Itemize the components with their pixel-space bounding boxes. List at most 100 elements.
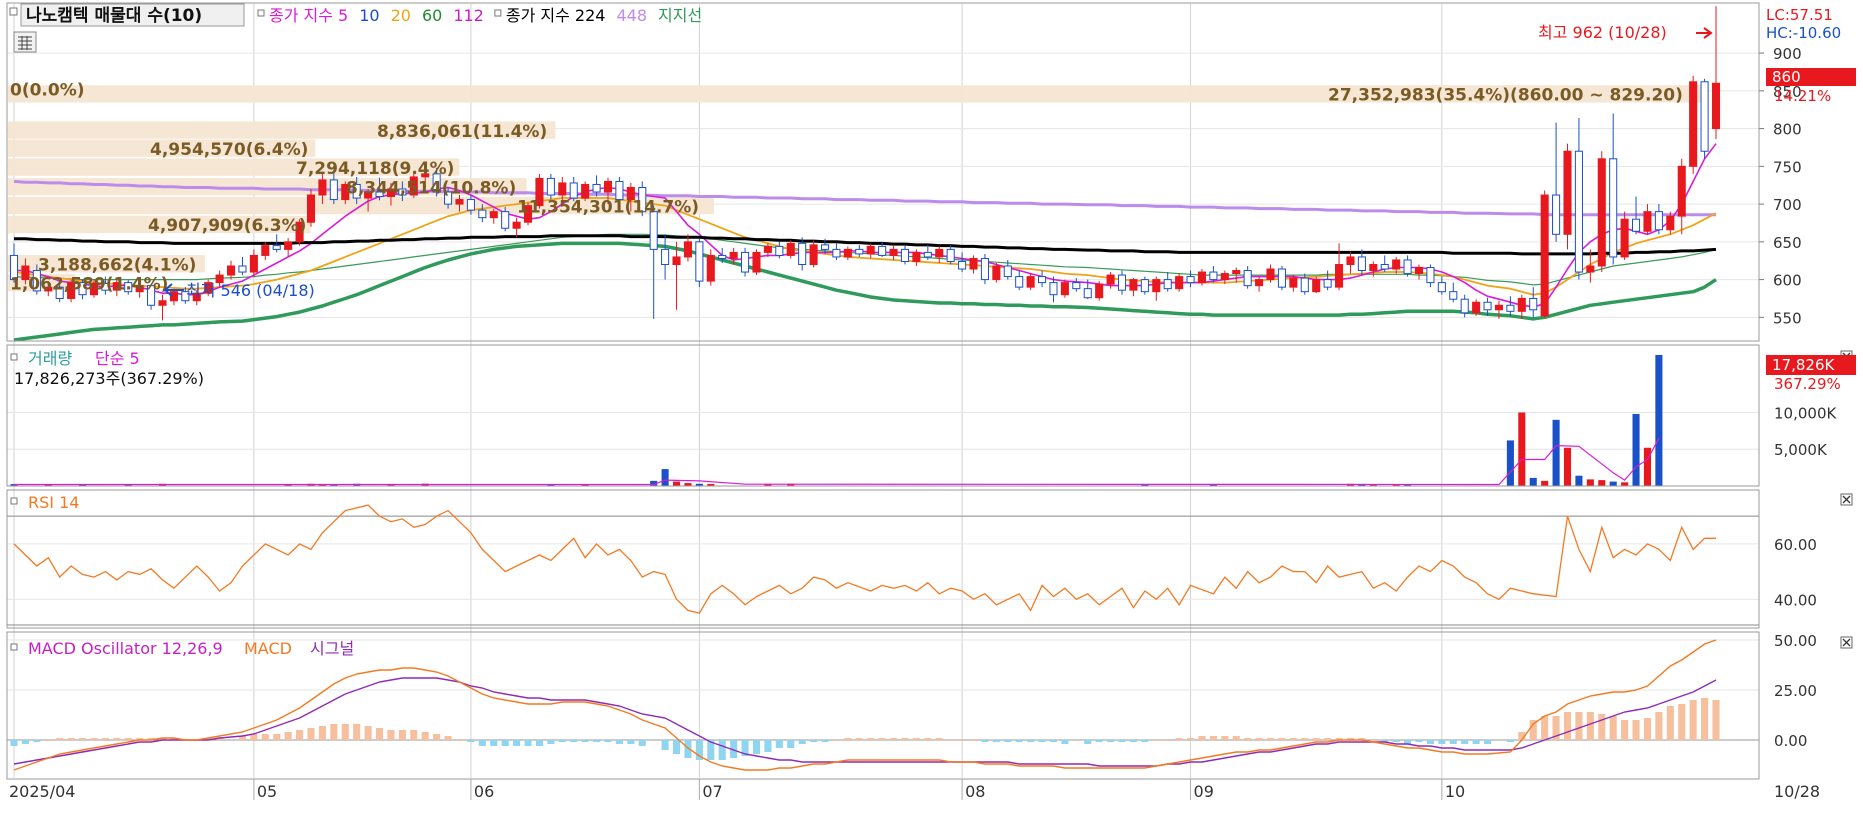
candle-body [1255,279,1264,287]
macd-oscillator-bar [387,730,395,740]
candle-body [1312,279,1321,293]
macd-oscillator-bar [1472,740,1480,744]
candle-body [1574,150,1583,273]
macd-oscillator-bar [398,730,406,740]
candle-body [592,183,601,193]
candle-body [306,194,316,223]
macd-oscillator-bar [1678,704,1686,740]
candle-body [1129,279,1138,291]
volume-bar [1541,480,1549,486]
price-tick-label: 700 [1773,196,1802,214]
candle-body [546,177,555,196]
macd-oscillator-bar [90,738,98,740]
candle-body [1563,150,1572,235]
macd-oscillator-bar [1278,738,1286,740]
candle-body [1540,194,1549,317]
volume-bar [1655,354,1663,486]
candle-body [1152,279,1161,293]
macd-oscillator-bar [821,740,829,742]
macd-oscillator-bar [570,740,578,742]
candle-body [1095,283,1104,299]
candle-body [1072,282,1081,290]
macd-oscillator-bar [1221,736,1229,740]
macd-oscillator-bar [947,740,955,741]
legend-item-5: 종가 지수 224 [506,6,606,25]
macd-oscillator-bar [1609,716,1617,740]
candle-body [1586,265,1595,273]
candle-body [1015,276,1024,288]
volume-bar [1609,481,1617,486]
macd-oscillator-bar [832,740,840,741]
volume-bar [1586,479,1594,486]
macd-oscillator-bar [752,740,761,754]
candle-body [1323,279,1332,288]
candle-body [1243,270,1252,287]
candle-body [1277,268,1286,288]
macd-oscillator-bar [524,740,532,746]
stock-chart: 0(0.0%) 8,836,061(11.4%) 4,954,570(6.4%) 7,… [0,0,1863,811]
macd-oscillator-bar [1712,700,1720,740]
candle-body [763,245,772,253]
candle-body [1335,263,1344,288]
candle-body [683,241,692,258]
candle-body [1038,276,1047,284]
candle-body [775,245,784,256]
candle-body [478,209,487,219]
candle-body [1494,304,1504,311]
macd-oscillator-bar [433,734,441,740]
macd-oscillator-bar [330,724,338,740]
candle-body [249,254,258,273]
macd-oscillator-bar [1129,740,1137,742]
candle-body [1106,274,1115,285]
macd-oscillator-bar [318,726,326,740]
volume-profile-label: 0(0.0%) [10,80,85,100]
macd-oscillator-bar [558,740,566,742]
legend-item-0: 종가 지수 5 [269,6,348,25]
candle-body [1369,263,1378,272]
candle-body [284,241,293,250]
macd-oscillator-bar [787,740,795,748]
price-change-value: 14.21% [1774,87,1831,105]
macd-oscillator-bar [1232,736,1240,740]
macd-oscillator-bar [935,738,943,740]
macd-oscillator-bar [1666,706,1674,740]
candle-body [798,242,807,265]
macd-oscillator-bar [1164,740,1172,741]
macd-oscillator-bar [33,740,41,742]
legend-item-1: 10 [359,6,379,25]
legend-title[interactable]: 나노캠텍 매물대 수(10) [26,6,202,26]
macd-close-button[interactable] [1840,636,1853,649]
rsi-close-button[interactable] [1840,493,1853,506]
macd-oscillator-bar [1484,740,1492,744]
candle-body [1689,81,1698,167]
macd-oscillator-bar [1575,712,1583,740]
x-tick-label: 2025/04 [9,782,75,801]
macd-oscillator-bar [124,738,132,740]
candle-body [718,254,727,259]
macd-oscillator-bar [810,740,818,742]
macd-oscillator-bar [1015,740,1023,742]
macd-oscillator-bar [1107,740,1115,742]
macd-oscillator-bar [113,738,121,740]
macd-oscillator-bar [1541,716,1549,740]
macd-oscillator-bar [44,740,52,741]
macd-oscillator-bar [444,736,452,740]
candle-body [900,248,910,262]
candle-body [958,260,967,270]
legend-square-icon [10,497,18,505]
volume-profile-label: 1,062,589(1.4%) [10,274,168,294]
volume-bar [672,481,681,486]
macd-oscillator-bar [547,740,555,744]
macd-oscillator-bar [604,740,612,742]
macd-oscillator-bar [1038,740,1046,742]
macd-oscillator-bar [581,740,589,742]
macd-oscillator-bar [1255,738,1263,740]
price-tick-label: 650 [1773,234,1802,252]
candle-body [512,221,521,229]
candle-body [558,182,567,196]
candle-body [1083,288,1092,299]
candle-body [1232,270,1241,275]
macd-oscillator-bar [798,740,806,744]
x-tick-label: 10/28 [1774,782,1820,801]
macd-oscillator-bar [364,726,372,740]
